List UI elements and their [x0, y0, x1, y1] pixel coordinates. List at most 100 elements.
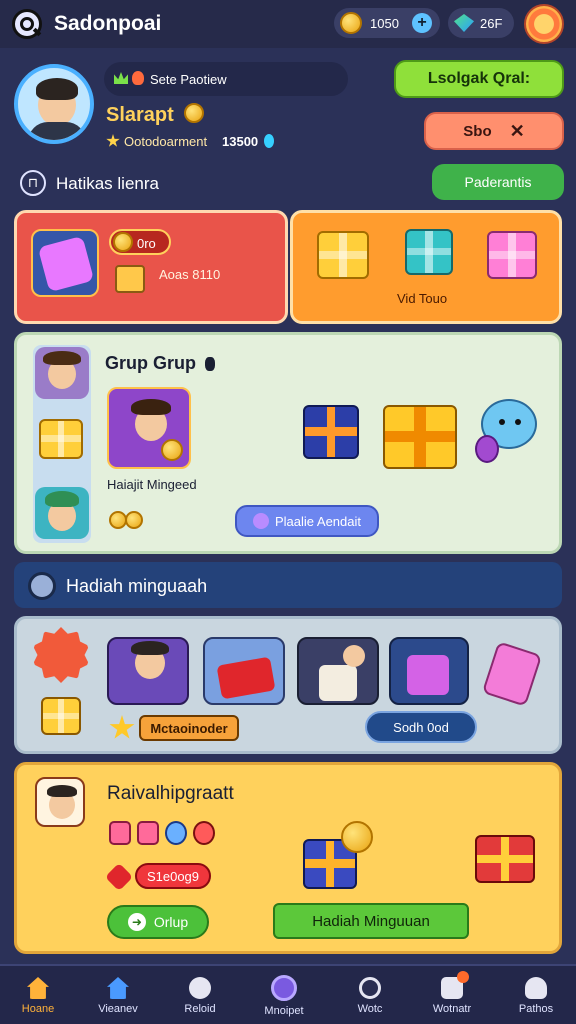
teal-gift-icon: [405, 229, 453, 275]
player-name: Slarapt: [106, 104, 174, 126]
coin-count: 1050: [370, 16, 399, 31]
nav-home-label: Hoane: [21, 1003, 55, 1015]
member-avatar[interactable]: [35, 347, 89, 399]
group-title-text: Grup Grup: [105, 353, 196, 373]
group-gift-icon: [39, 419, 83, 459]
group-title: Grup Grup: [105, 353, 216, 374]
house-icon: [107, 977, 129, 999]
badge-coin-icon: [184, 103, 204, 123]
status-label: Sete Paotiew: [150, 72, 227, 87]
pink-gift-icon: [487, 231, 537, 279]
promo-badge-text: 0ro: [137, 236, 156, 251]
gem-icon: [454, 14, 474, 32]
badge-coin-icon: [113, 232, 133, 252]
badge-burst-icon: [33, 627, 89, 683]
top-bar: Sadonpoai 1050 + 26F: [0, 0, 576, 48]
reward-card-1[interactable]: [107, 637, 189, 705]
primary-action-button[interactable]: Lsolgak Qral:: [394, 60, 564, 98]
secondary-action-label: Sbo: [463, 122, 492, 140]
group-action-label: Plaalie Aendait: [274, 513, 361, 529]
weekly-title: Hadiah minguaah: [66, 576, 208, 596]
promo-card-right[interactable]: Vid Touo: [290, 210, 562, 324]
nav-reload-label: Reloid: [184, 1003, 216, 1015]
member-avatar[interactable]: [35, 487, 89, 539]
bottom-card: Raivalhipgraatt S1e0og9 ➜ Orlup Hadiah M…: [14, 762, 562, 954]
card-pack-icon: [31, 229, 99, 297]
rewards-tag: Mctaoinoder: [139, 715, 239, 741]
reward-card-3[interactable]: [297, 637, 379, 705]
nav-wallet[interactable]: Wotnatr: [420, 966, 484, 1024]
center-badge-icon: [271, 975, 297, 1001]
promo-right-text: Vid Touo: [397, 291, 448, 306]
gem-counter[interactable]: 26F: [448, 8, 514, 38]
home-icon: [27, 977, 49, 999]
rewards-card: Mctaoinoder Sodh 0od: [14, 616, 562, 754]
gem-count: 26F: [480, 16, 503, 31]
promo-card-left[interactable]: 0ro Aoas 8110: [14, 210, 288, 324]
coin-icon: [340, 12, 362, 34]
bottom-right-button[interactable]: Hadiah Minguuan: [273, 903, 469, 939]
reward-pack-icon: [481, 641, 543, 707]
reward-gift-icon: [41, 697, 81, 735]
fire-icon: [132, 71, 144, 85]
status-pill: Sete Paotiew: [104, 62, 348, 96]
blue-gift-icon: [303, 405, 359, 459]
sword-icon: ✕: [509, 120, 525, 141]
rewards-action-button[interactable]: Sodh 0od: [365, 711, 477, 743]
profile-subtitle: Ootodoarment: [124, 134, 208, 149]
bottom-coin-icon: [341, 821, 373, 853]
secondary-action-button[interactable]: Sbo ✕: [424, 112, 564, 150]
weekly-banner[interactable]: Hadiah minguaah: [14, 562, 562, 608]
nav-viewer[interactable]: Vieanev: [86, 966, 150, 1024]
section-title: Hatikas lienra: [56, 174, 159, 193]
nav-center[interactable]: Mnoipet: [252, 966, 316, 1024]
play-icon: [252, 513, 269, 529]
arrow-right-icon: ➜: [127, 913, 146, 931]
search-icon[interactable]: [12, 9, 42, 39]
bottom-red-gift-icon: [475, 835, 535, 883]
yellow-gift-icon: [317, 231, 369, 279]
bottom-nav: Hoane Vieanev Reloid Mnoipet Wotc Wotnat…: [0, 964, 576, 1024]
section-icon: ⊓: [20, 170, 46, 196]
bottom-card-title: Raivalhipgraatt: [107, 783, 234, 804]
featured-caption: Haiajit Mingeed: [107, 477, 197, 492]
nav-watch[interactable]: Wotc: [338, 966, 402, 1024]
nav-center-label: Mnoipet: [264, 1005, 304, 1017]
add-coins-icon[interactable]: +: [412, 13, 432, 33]
bottom-left-button[interactable]: ➜ Orlup: [107, 905, 209, 939]
section-action-button[interactable]: Paderantis: [432, 164, 564, 200]
crown-icon: [114, 72, 128, 84]
coin-counter[interactable]: 1050 +: [334, 8, 440, 38]
trophy-icon: [205, 357, 216, 371]
reward-card-2[interactable]: [203, 637, 285, 705]
reward-card-4[interactable]: [389, 637, 469, 705]
group-action-button[interactable]: Plaalie Aendait: [235, 505, 379, 537]
nav-reload[interactable]: Reloid: [168, 966, 232, 1024]
nav-profile[interactable]: Pathos: [504, 966, 568, 1024]
profile-avatar[interactable]: [14, 64, 94, 144]
chip-icons: [109, 821, 219, 847]
wallet-icon: [441, 971, 469, 999]
nav-watch-label: Wotc: [357, 1003, 383, 1015]
discount-icon: [104, 862, 134, 892]
settings-gear-icon[interactable]: [524, 4, 564, 44]
coin-stack-icon: [125, 511, 143, 529]
score-gem-icon: [264, 134, 274, 148]
star-icon: [106, 134, 120, 147]
treasure-chest-icon: [383, 405, 457, 469]
weekly-icon: [28, 572, 56, 600]
profile-icon: [525, 977, 547, 999]
gem-coin-icon: [475, 435, 499, 463]
watch-icon: [359, 977, 381, 999]
featured-card-image[interactable]: [107, 387, 191, 469]
promo-badge: 0ro: [109, 229, 171, 255]
promo-left-text: Aoas 8110: [159, 267, 221, 282]
tag-star-icon: [109, 715, 135, 739]
group-card: Grup Grup Haiajit Mingeed Plaalie Aendai…: [14, 332, 562, 554]
nav-home[interactable]: Hoane: [6, 966, 70, 1024]
price-tag: S1e0og9: [135, 863, 211, 889]
bottom-card-avatar[interactable]: [35, 777, 85, 827]
bottom-left-label: Orlup: [153, 914, 189, 930]
nav-viewer-label: Vieanev: [98, 1003, 138, 1015]
nav-wallet-label: Wotnatr: [432, 1003, 472, 1015]
